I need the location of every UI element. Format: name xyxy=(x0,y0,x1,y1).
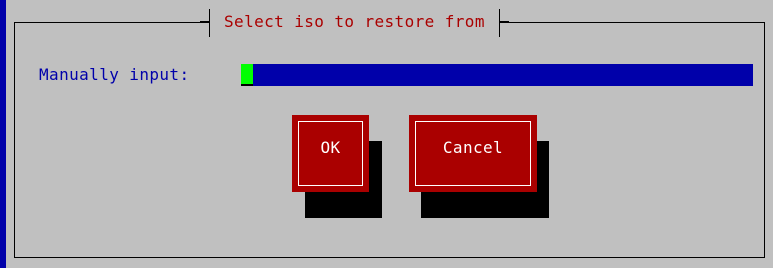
dialog-title: Select iso to restore from xyxy=(200,9,509,37)
manual-input-label: Manually input: xyxy=(39,65,190,84)
ok-button-label: OK xyxy=(298,121,363,186)
restore-iso-dialog: Select iso to restore from Manually inpu… xyxy=(6,0,773,268)
tui-screen: Select iso to restore from Manually inpu… xyxy=(0,0,773,268)
cancel-button-label: Cancel xyxy=(415,121,531,186)
text-cursor xyxy=(241,64,253,86)
dialog-frame xyxy=(14,22,765,258)
cancel-button[interactable]: Cancel xyxy=(409,115,537,192)
ok-button[interactable]: OK xyxy=(292,115,369,192)
manual-input-field[interactable] xyxy=(241,64,753,86)
